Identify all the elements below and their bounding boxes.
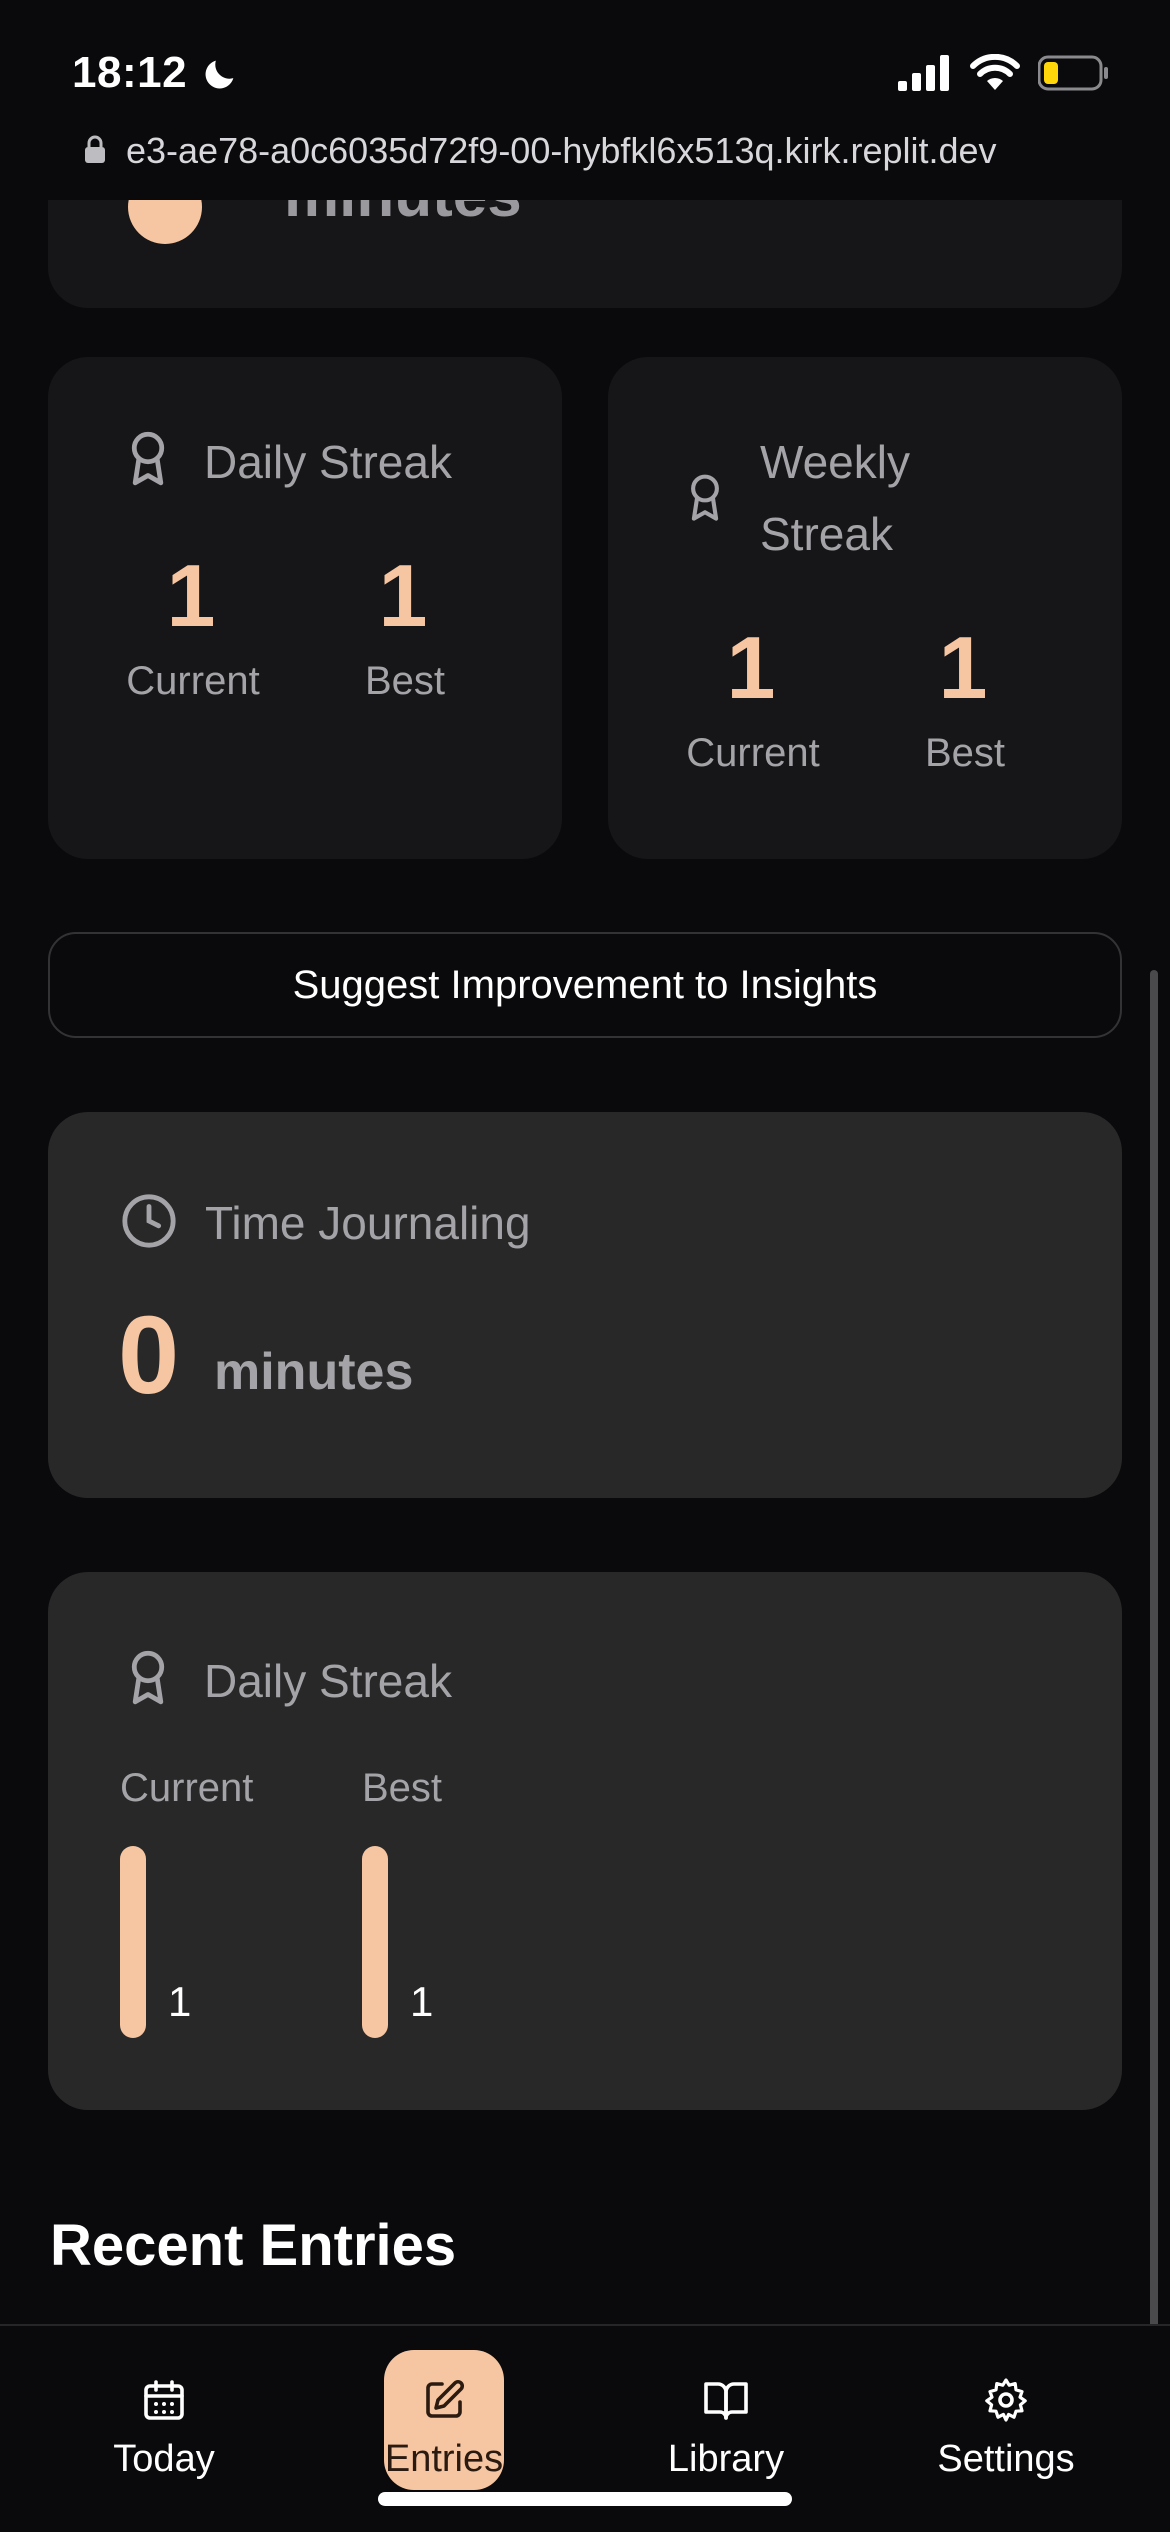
weekly-streak-card: Weekly Streak 1 1 Current Best xyxy=(608,357,1122,859)
award-icon xyxy=(131,431,165,486)
chart-current-value: 1 xyxy=(168,1978,192,2025)
edit-icon xyxy=(426,2379,465,2418)
chart-best-value: 1 xyxy=(410,1978,434,2025)
nav-entries[interactable]: Entries xyxy=(384,2350,504,2490)
clock-icon xyxy=(122,1194,176,1248)
daily-best-value: 1 xyxy=(378,546,428,645)
status-bar: 18:12 xyxy=(0,0,1170,130)
home-indicator[interactable] xyxy=(378,2492,792,2506)
daily-streak-title: Daily Streak xyxy=(204,436,452,488)
lock-icon xyxy=(85,135,105,163)
weekly-current-value: 1 xyxy=(726,618,776,717)
weekly-current-label: Current xyxy=(686,731,820,775)
time-journaling-unit: minutes xyxy=(214,1343,414,1401)
moon-icon xyxy=(205,60,234,89)
award-icon xyxy=(691,474,719,521)
chart-current-label: Current xyxy=(120,1766,254,1810)
suggest-improvement-button[interactable]: Suggest Improvement to Insights xyxy=(48,932,1122,1038)
daily-current-value: 1 xyxy=(166,546,216,645)
daily-streak-chart-card: Daily Streak Current Best 1 1 xyxy=(48,1572,1122,2110)
wifi-icon xyxy=(970,54,1020,90)
book-open-icon xyxy=(704,2382,748,2420)
nav-entries-label: Entries xyxy=(384,2438,504,2480)
signal-icon xyxy=(898,55,949,91)
award-icon xyxy=(131,1650,165,1705)
chart-best-label: Best xyxy=(362,1766,443,1810)
url-text[interactable]: e3-ae78-a0c6035d72f9-00-hybfkl6x513q.kir… xyxy=(126,130,997,172)
nav-settings[interactable]: Settings xyxy=(896,2350,1116,2490)
recent-entries-title: Recent Entries xyxy=(50,2213,457,2278)
time-journaling-card: Time Journaling 0 minutes xyxy=(48,1112,1122,1498)
battery-icon xyxy=(1038,55,1108,91)
gear-icon xyxy=(985,2378,1027,2422)
scrollbar[interactable] xyxy=(1150,970,1158,2510)
time-journaling-title: Time Journaling xyxy=(205,1197,531,1249)
chart-current-bar xyxy=(120,1846,146,2038)
weekly-best-value: 1 xyxy=(938,618,988,717)
calendar-icon xyxy=(144,2380,184,2420)
daily-streak-chart-title: Daily Streak xyxy=(204,1655,452,1707)
chart-best-bar xyxy=(362,1846,388,2038)
daily-best-label: Best xyxy=(364,659,446,703)
nav-library[interactable]: Library xyxy=(616,2350,836,2490)
weekly-streak-title-line2: Streak xyxy=(760,508,893,560)
daily-streak-card: Daily Streak 1 1 Current Best xyxy=(48,357,562,859)
weekly-best-label: Best xyxy=(924,731,1006,775)
status-time: 18:12 xyxy=(72,48,188,97)
time-journaling-value: 0 xyxy=(118,1294,180,1417)
weekly-streak-title-line1: Weekly xyxy=(760,436,910,488)
nav-settings-label: Settings xyxy=(937,2438,1075,2480)
nav-today[interactable]: Today xyxy=(54,2350,274,2490)
daily-current-label: Current xyxy=(126,659,260,703)
nav-library-label: Library xyxy=(667,2438,785,2480)
nav-today-label: Today xyxy=(113,2438,215,2480)
status-icons xyxy=(898,54,1110,92)
